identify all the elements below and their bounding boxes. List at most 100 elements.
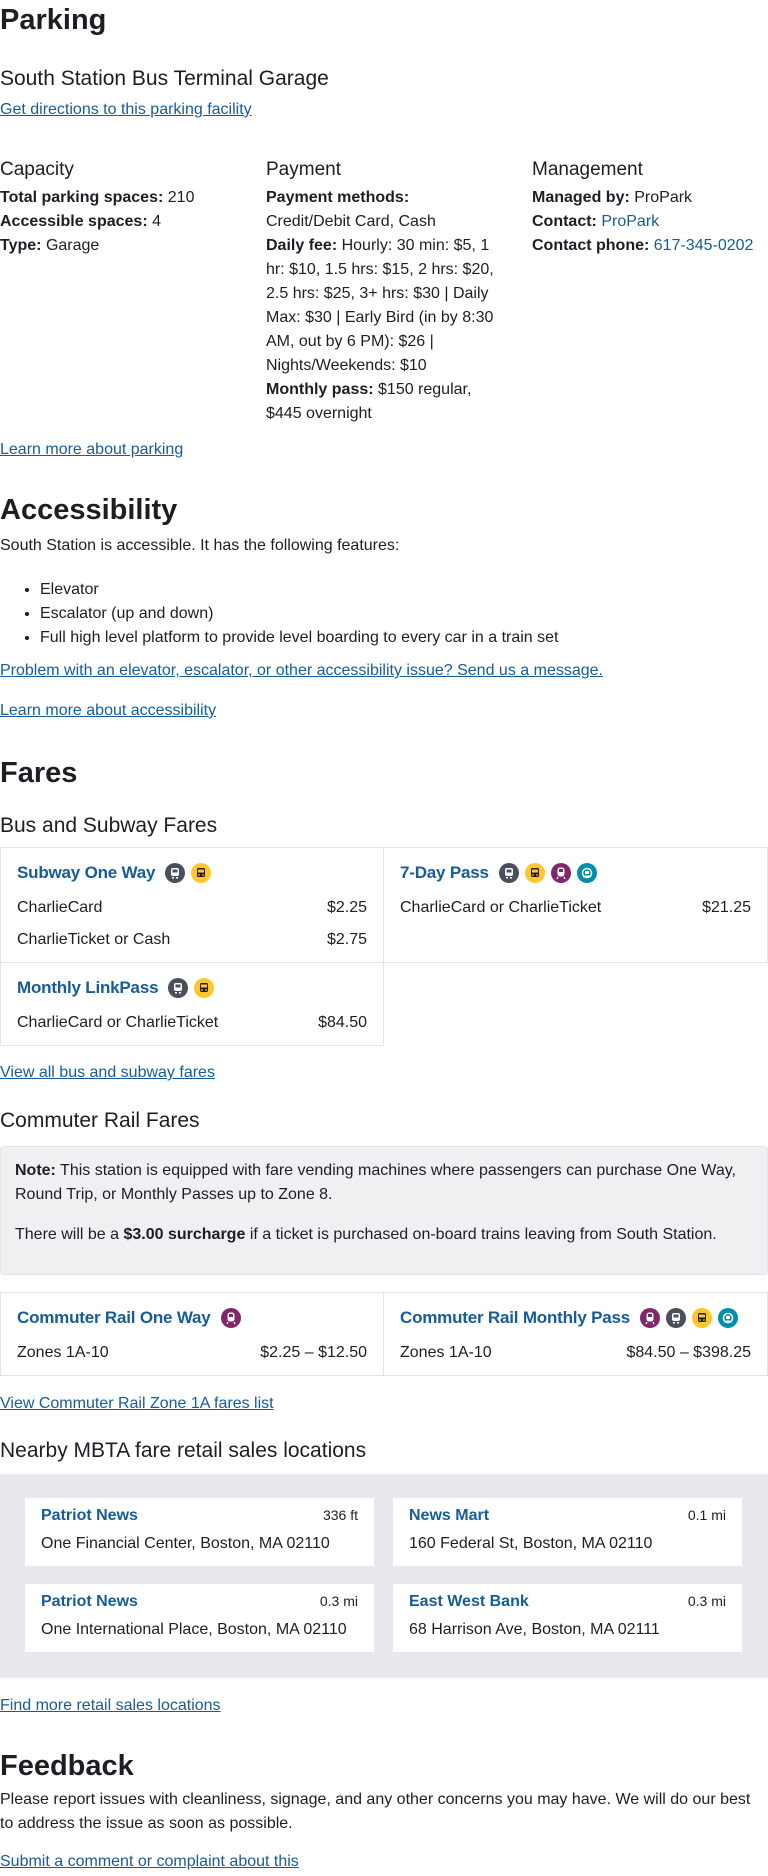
capacity-column: Capacity Total parking spaces: 210 Acces…	[0, 158, 266, 426]
retail-location-card: East West Bank 0.3 mi 68 Harrison Ave, Bo…	[393, 1584, 742, 1652]
retail-location-name[interactable]: Patriot News	[41, 1593, 138, 1611]
retail-locations-grid: Patriot News 336 ft One Financial Center,…	[0, 1474, 768, 1678]
fare-card: Subway One Way CharlieCard $2.25 CharlieT…	[1, 848, 384, 963]
management-title: Management	[532, 159, 643, 180]
learn-more-parking-link[interactable]: Learn more about parking	[0, 441, 183, 459]
management-column: Management Managed by: ProPark Contact: …	[532, 158, 768, 426]
fare-row-label: CharlieTicket or Cash	[17, 931, 171, 948]
bus-icon	[194, 978, 215, 998]
fare-card: Commuter Rail Monthly Pass Zones 1A-10 $8…	[384, 1293, 768, 1376]
payment-methods-value: Credit/Debit Card, Cash	[266, 213, 436, 230]
fare-card-title[interactable]: Subway One Way	[17, 863, 155, 883]
retail-location-card: Patriot News 0.3 mi One International Pla…	[25, 1584, 374, 1652]
subway-icon	[498, 863, 519, 883]
total-spaces-value: 210	[167, 189, 195, 206]
fare-card-title[interactable]: Monthly LinkPass	[17, 978, 159, 998]
retail-location-distance: 0.3 mi	[687, 1593, 726, 1609]
ferry-icon	[576, 863, 597, 883]
subway-icon	[168, 978, 189, 998]
fares-heading: Fares	[0, 757, 78, 789]
feedback-text: Please report issues with cleanliness, s…	[0, 1791, 751, 1832]
ferry-icon	[718, 1308, 739, 1328]
feature-item: Elevator	[40, 578, 768, 602]
accessibility-problem-link[interactable]: Problem with an elevator, escalator, or …	[0, 662, 603, 680]
surcharge-text-post: if a ticket is purchased on-board trains…	[249, 1226, 717, 1243]
retail-location-distance: 0.1 mi	[687, 1507, 726, 1523]
bus-icon	[692, 1308, 713, 1328]
fare-row-label: CharlieCard or CharlieTicket	[400, 899, 602, 916]
surcharge-text-pre: There will be a	[15, 1226, 120, 1243]
contact-phone-link[interactable]: 617-345-0202	[654, 237, 754, 254]
feature-item: Escalator (up and down)	[40, 602, 768, 626]
contact-link[interactable]: ProPark	[601, 213, 659, 230]
retail-location-distance: 0.3 mi	[319, 1593, 358, 1609]
fare-row-price: $21.25	[702, 899, 751, 916]
retail-location-address: 160 Federal St, Boston, MA 02110	[409, 1535, 653, 1552]
note-label: Note:	[15, 1162, 56, 1179]
subway-icon	[165, 863, 186, 883]
fare-card-title[interactable]: Commuter Rail One Way	[17, 1308, 211, 1328]
retail-location-name[interactable]: East West Bank	[409, 1593, 529, 1611]
fare-row-price: $84.50	[318, 1014, 367, 1031]
retail-location-card: Patriot News 336 ft One Financial Center,…	[25, 1498, 374, 1566]
payment-title: Payment	[266, 159, 341, 180]
learn-more-accessibility-link[interactable]: Learn more about accessibility	[0, 702, 216, 720]
fare-row-label: CharlieCard	[17, 899, 103, 916]
fare-price-range: $84.50 – $398.25	[626, 1344, 751, 1361]
type-label: Type:	[0, 237, 42, 254]
bus-icon	[191, 863, 212, 883]
payment-methods-label: Payment methods:	[266, 189, 410, 206]
subway-icon	[666, 1308, 687, 1328]
fare-zone: Zones 1A-10	[400, 1344, 492, 1361]
daily-fee-label: Daily fee:	[266, 237, 338, 254]
fare-card: Commuter Rail One Way Zones 1A-10 $2.25 –…	[1, 1293, 384, 1376]
feedback-heading: Feedback	[0, 1750, 134, 1782]
type-value: Garage	[45, 237, 100, 254]
fare-card-title[interactable]: 7-Day Pass	[400, 863, 489, 883]
submit-feedback-link[interactable]: Submit a comment or complaint about this	[0, 1853, 299, 1871]
view-all-bus-subway-fares-link[interactable]: View all bus and subway fares	[0, 1064, 215, 1082]
retail-location-address: One International Place, Boston, MA 0211…	[41, 1621, 347, 1638]
capacity-title: Capacity	[0, 159, 74, 180]
accessibility-features-list: Elevator Escalator (up and down) Full hi…	[0, 578, 768, 650]
note-text: This station is equipped with fare vendi…	[15, 1162, 736, 1203]
feature-item: Full high level platform to provide leve…	[40, 626, 768, 650]
daily-fee-value: Hourly: 30 min: $5, 1 hr: $10, 1.5 hrs: …	[266, 237, 494, 374]
retail-location-address: 68 Harrison Ave, Boston, MA 02111	[409, 1621, 660, 1638]
monthly-pass-label: Monthly pass:	[266, 381, 374, 398]
retail-location-distance: 336 ft	[322, 1507, 358, 1523]
retail-location-card: News Mart 0.1 mi 160 Federal St, Boston, …	[393, 1498, 742, 1566]
accessible-spaces-label: Accessible spaces:	[0, 213, 148, 230]
bus-subway-fares-title: Bus and Subway Fares	[0, 814, 218, 837]
directions-link[interactable]: Get directions to this parking facility	[0, 101, 252, 119]
commuter-rail-fare-grid: Commuter Rail One Way Zones 1A-10 $2.25 –…	[0, 1292, 768, 1376]
payment-column: Payment Payment methods: Credit/Debit Ca…	[266, 158, 498, 426]
parking-heading: Parking	[0, 4, 107, 36]
managed-by-label: Managed by:	[532, 189, 630, 206]
retail-location-name[interactable]: News Mart	[409, 1507, 489, 1525]
retail-location-name[interactable]: Patriot News	[41, 1507, 138, 1525]
total-spaces-label: Total parking spaces:	[0, 189, 164, 206]
fare-row-label: CharlieCard or CharlieTicket	[17, 1014, 219, 1031]
contact-phone-label: Contact phone:	[532, 237, 650, 254]
contact-label: Contact:	[532, 213, 597, 230]
managed-by-value: ProPark	[634, 189, 693, 206]
commuter-rail-icon	[640, 1308, 661, 1328]
fare-price-range: $2.25 – $12.50	[260, 1344, 367, 1361]
accessibility-heading: Accessibility	[0, 494, 178, 526]
retail-location-address: One Financial Center, Boston, MA 02110	[41, 1535, 330, 1552]
retail-locations-title: Nearby MBTA fare retail sales locations	[0, 1439, 367, 1462]
fare-card: 7-Day Pass CharlieCard or CharlieTicket $…	[384, 848, 768, 963]
bus-subway-fare-grid: Subway One Way CharlieCard $2.25 CharlieT…	[0, 847, 768, 1046]
accessible-spaces-value: 4	[152, 213, 162, 230]
fare-zone: Zones 1A-10	[17, 1344, 109, 1361]
facility-name: South Station Bus Terminal Garage	[0, 67, 329, 90]
commuter-rail-fares-title: Commuter Rail Fares	[0, 1109, 200, 1132]
bus-icon	[524, 863, 545, 883]
commuter-rail-note: Note: This station is equipped with fare…	[0, 1146, 768, 1275]
find-more-retail-link[interactable]: Find more retail sales locations	[0, 1697, 221, 1715]
view-commuter-rail-zone-fares-link[interactable]: View Commuter Rail Zone 1A fares list	[0, 1395, 274, 1413]
fare-card: Monthly LinkPass CharlieCard or CharlieT…	[1, 963, 384, 1046]
fare-card-title[interactable]: Commuter Rail Monthly Pass	[400, 1308, 630, 1328]
surcharge-amount: $3.00 surcharge	[123, 1226, 246, 1243]
